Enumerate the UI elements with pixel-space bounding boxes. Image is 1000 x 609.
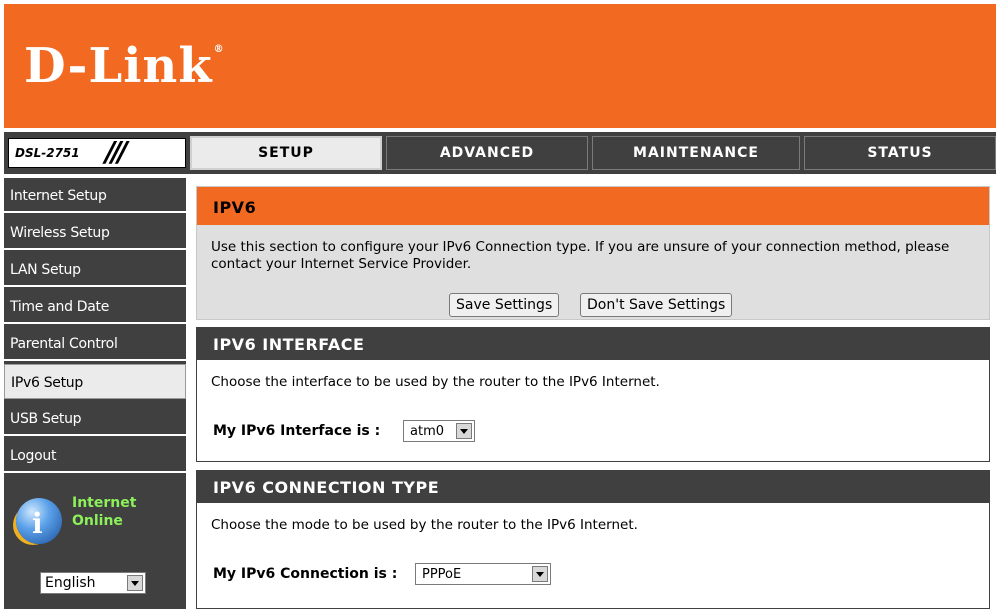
dont-save-settings-button[interactable]: Don't Save Settings [580, 293, 733, 317]
ipv6-connection-type-section: IPV6 CONNECTION TYPE Choose the mode to … [196, 470, 990, 609]
sidebar-item-time-and-date[interactable]: Time and Date [4, 289, 186, 324]
sidebar-item-parental-control[interactable]: Parental Control [4, 326, 186, 361]
interface-description: Choose the interface to be used by the r… [211, 374, 660, 390]
connection-type-select[interactable]: PPPoE [415, 563, 551, 585]
section-title-ipv6: IPV6 [197, 187, 989, 225]
sidebar-item-wireless-setup[interactable]: Wireless Setup [4, 215, 186, 250]
language-value: English [45, 575, 96, 591]
registered-mark: ® [213, 44, 225, 55]
section-title-ipv6-connection-type: IPV6 CONNECTION TYPE [197, 471, 989, 503]
tab-maintenance[interactable]: MAINTENANCE [592, 136, 800, 170]
ipv6-description: Use this section to configure your IPv6 … [211, 239, 950, 272]
tab-setup[interactable]: SETUP [190, 136, 382, 170]
language-select[interactable]: English [40, 572, 146, 594]
connection-field-label: My IPv6 Connection is : [213, 566, 398, 582]
chevron-down-icon[interactable] [456, 423, 472, 439]
sidebar-item-usb-setup[interactable]: USB Setup [4, 401, 186, 436]
sidebar-item-ipv6-setup[interactable]: IPv6 Setup [4, 364, 186, 399]
sidebar-item-lan-setup[interactable]: LAN Setup [4, 252, 186, 287]
sidebar: Internet Setup Wireless Setup LAN Setup … [4, 178, 186, 609]
interface-select[interactable]: atm0 [403, 420, 475, 442]
ipv6-interface-section: IPV6 INTERFACE Choose the interface to b… [196, 327, 990, 462]
model-name: DSL-2751 [15, 146, 80, 160]
top-nav: DSL-2751 /// SETUP ADVANCED MAINTENANCE … [4, 132, 996, 174]
header-banner: D-Link® [4, 4, 996, 128]
connection-select-value: PPPoE [422, 567, 462, 582]
sidebar-item-internet-setup[interactable]: Internet Setup [4, 178, 186, 213]
status-line-internet: Internet [72, 495, 137, 511]
dlink-logo: D-Link® [24, 38, 225, 94]
chevron-down-icon[interactable] [127, 575, 143, 591]
ipv6-intro-section: IPV6 Use this section to configure your … [196, 186, 990, 320]
save-settings-button[interactable]: Save Settings [449, 293, 560, 317]
chevron-down-icon[interactable] [532, 566, 548, 582]
interface-select-value: atm0 [410, 424, 444, 439]
interface-field-label: My IPv6 Interface is : [213, 423, 381, 439]
sidebar-item-logout[interactable]: Logout [4, 438, 186, 473]
model-badge: DSL-2751 /// [8, 138, 186, 168]
connection-description: Choose the mode to be used by the router… [211, 517, 638, 533]
status-text: Internet Online [72, 494, 136, 530]
info-globe-icon: i [16, 498, 62, 544]
section-title-ipv6-interface: IPV6 INTERFACE [197, 328, 989, 360]
logo-text: D-Link [24, 38, 213, 94]
tab-advanced[interactable]: ADVANCED [386, 136, 588, 170]
tab-status[interactable]: STATUS [804, 136, 996, 170]
status-line-online: Online [72, 513, 123, 529]
slash-decoration: /// [105, 138, 128, 168]
